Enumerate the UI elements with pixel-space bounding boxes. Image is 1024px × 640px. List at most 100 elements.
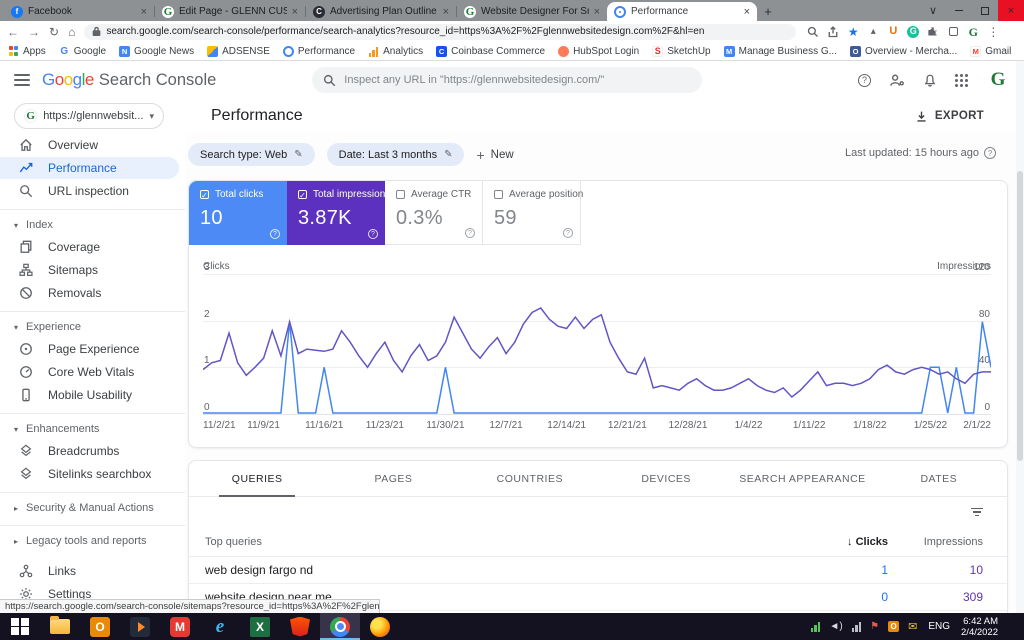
ubersuggest-extension-icon[interactable]: U [887, 26, 899, 38]
chart-plot-area[interactable]: 3 2 1 0 120 80 40 0 [203, 262, 991, 415]
taskbar-office-app[interactable]: O [80, 613, 120, 640]
browser-tab-advertising-plan[interactable]: C Advertising Plan Outline Example × [306, 2, 456, 21]
filter-funnel-icon[interactable] [971, 507, 983, 517]
maximize-button[interactable] [972, 0, 998, 21]
browser-tab-facebook[interactable]: f Facebook × [4, 2, 154, 21]
sidebar-item-url-inspection[interactable]: URL inspection [0, 180, 185, 202]
sidebar-item-removals[interactable]: Removals [0, 282, 185, 304]
bookmark-adsense[interactable]: ADSENSE [207, 45, 270, 57]
browser-tab-performance-active[interactable]: Performance × [607, 2, 757, 21]
property-selector[interactable]: G https://glennwebsit... ▾ [14, 103, 164, 129]
tab-countries[interactable]: COUNTRIES [462, 461, 598, 496]
address-bar[interactable]: search.google.com/search-console/perform… [84, 23, 797, 40]
bookmark-google[interactable]: G Google [59, 46, 106, 57]
office-tray-icon[interactable]: O [888, 621, 900, 632]
table-row[interactable]: web design fargo nd 1 10 [189, 557, 1007, 584]
sidebar-item-performance[interactable]: Performance [0, 157, 179, 179]
sidebar-item-overview[interactable]: Overview [0, 134, 185, 156]
browser-tab-edit-page[interactable]: G Edit Page - GLENN CUSTOM WE... × [155, 2, 305, 21]
bookmark-apps[interactable]: Apps [8, 46, 46, 57]
minimize-button[interactable] [946, 0, 972, 21]
scrollbar-thumb[interactable] [1017, 171, 1023, 461]
wifi-signal-icon[interactable] [851, 621, 862, 632]
search-type-filter-chip[interactable]: Search type: Web ✎ [188, 143, 315, 166]
taskbar-media-player[interactable] [120, 613, 160, 640]
new-filter-button[interactable]: + New [476, 147, 513, 163]
reload-icon[interactable]: ↻ [49, 26, 59, 38]
tab-queries[interactable]: QUERIES [189, 461, 325, 497]
bookmark-analytics[interactable]: Analytics [368, 45, 423, 57]
sidebar-section-experience[interactable]: ▾ Experience [0, 317, 185, 337]
bookmark-hubspot[interactable]: HubSpot Login [558, 45, 639, 57]
taskbar-malwarebytes[interactable]: M [160, 613, 200, 640]
bookmark-gmail[interactable]: M Gmail [970, 45, 1011, 57]
date-filter-chip[interactable]: Date: Last 3 months ✎ [326, 143, 465, 166]
export-button[interactable]: EXPORT [915, 110, 984, 123]
unchecked-checkbox-icon[interactable] [396, 190, 405, 199]
help-icon[interactable]: ? [270, 229, 280, 239]
info-icon[interactable]: ? [984, 147, 996, 159]
taskbar-clock[interactable]: 6:42 AM 2/4/2022 [961, 616, 998, 638]
tab-dates[interactable]: DATES [871, 461, 1007, 496]
bookmark-star-icon[interactable]: ★ [847, 26, 859, 38]
browser-tab-website-designer[interactable]: G Website Designer For Small Busi... × [457, 2, 607, 21]
sidebar-section-index[interactable]: ▾ Index [0, 215, 185, 235]
sidebar-item-page-experience[interactable]: Page Experience [0, 338, 185, 360]
help-icon[interactable]: ? [368, 229, 378, 239]
network-signal-icon[interactable] [810, 621, 821, 632]
new-tab-button[interactable]: + [757, 2, 779, 21]
sidebar-item-sitelinks-searchbox[interactable]: Sitelinks searchbox [0, 463, 185, 485]
bookmark-sketchup[interactable]: S SketchUp [652, 45, 711, 57]
google-apps-grid-icon[interactable] [955, 73, 968, 87]
bookmark-performance[interactable]: Performance [282, 45, 355, 57]
extension-icon[interactable]: ▴ [867, 26, 879, 38]
taskbar-brave[interactable] [280, 613, 320, 640]
sidebar-item-core-web-vitals[interactable]: Core Web Vitals [0, 361, 185, 383]
page-scrollbar[interactable] [1016, 61, 1024, 613]
bookmark-overview-merchant[interactable]: O Overview - Mercha... [850, 45, 957, 57]
start-button[interactable] [0, 613, 40, 640]
sidebar-item-coverage[interactable]: Coverage [0, 236, 185, 258]
sidebar-item-sitemaps[interactable]: Sitemaps [0, 259, 185, 281]
taskbar-excel[interactable]: X [240, 613, 280, 640]
bookmark-google-news[interactable]: N Google News [119, 45, 194, 57]
col-impressions[interactable]: Impressions [888, 536, 983, 548]
checked-checkbox-icon[interactable]: ✓ [200, 190, 209, 200]
bookmark-coinbase[interactable]: C Coinbase Commerce [436, 45, 545, 57]
forward-icon[interactable]: → [28, 26, 40, 38]
sidebar-item-breadcrumbs[interactable]: Breadcrumbs [0, 440, 185, 462]
average-position-tile[interactable]: Average position 59 ? [483, 181, 583, 245]
total-clicks-tile[interactable]: ✓ Total clicks 10 ? [189, 181, 287, 245]
chrome-menu-icon[interactable]: ⋮ [987, 26, 999, 38]
unchecked-checkbox-icon[interactable] [494, 190, 503, 199]
help-icon[interactable]: ? [563, 228, 573, 238]
total-impressions-tile[interactable]: ✓ Total impressions 3.87K ? [287, 181, 390, 245]
tab-search-chevron-icon[interactable]: ∨ [920, 0, 946, 21]
close-tab-icon[interactable]: × [141, 6, 147, 18]
sidebar-item-links[interactable]: Links [0, 560, 185, 582]
split-screen-icon[interactable] [947, 26, 959, 38]
close-tab-icon[interactable]: × [744, 6, 750, 18]
zoom-icon[interactable] [807, 26, 819, 38]
taskbar-file-explorer[interactable] [40, 613, 80, 640]
close-tab-icon[interactable]: × [292, 6, 298, 18]
hamburger-menu-icon[interactable] [14, 74, 30, 86]
checked-checkbox-icon[interactable]: ✓ [298, 190, 307, 200]
account-avatar[interactable]: G [986, 68, 1010, 92]
user-permissions-icon[interactable] [889, 73, 905, 88]
language-indicator[interactable]: ENG [928, 621, 950, 632]
volume-icon[interactable]: ◄) [829, 621, 842, 632]
mail-tray-icon[interactable]: ✉ [908, 620, 917, 633]
tab-pages[interactable]: PAGES [325, 461, 461, 496]
taskbar-firefox[interactable] [360, 613, 400, 640]
sidebar-section-security[interactable]: ▸ Security & Manual Actions [0, 498, 185, 518]
share-icon[interactable] [827, 25, 839, 38]
sidebar-item-mobile-usability[interactable]: Mobile Usability [0, 384, 185, 406]
close-tab-icon[interactable]: × [443, 6, 449, 18]
bookmark-manage-business[interactable]: M Manage Business G... [723, 45, 837, 57]
taskbar-chrome-active[interactable] [320, 613, 360, 640]
sidebar-section-enhancements[interactable]: ▾ Enhancements [0, 419, 185, 439]
average-ctr-tile[interactable]: Average CTR 0.3% ? [385, 181, 483, 245]
notifications-bell-icon[interactable] [923, 73, 937, 88]
tab-devices[interactable]: DEVICES [598, 461, 734, 496]
